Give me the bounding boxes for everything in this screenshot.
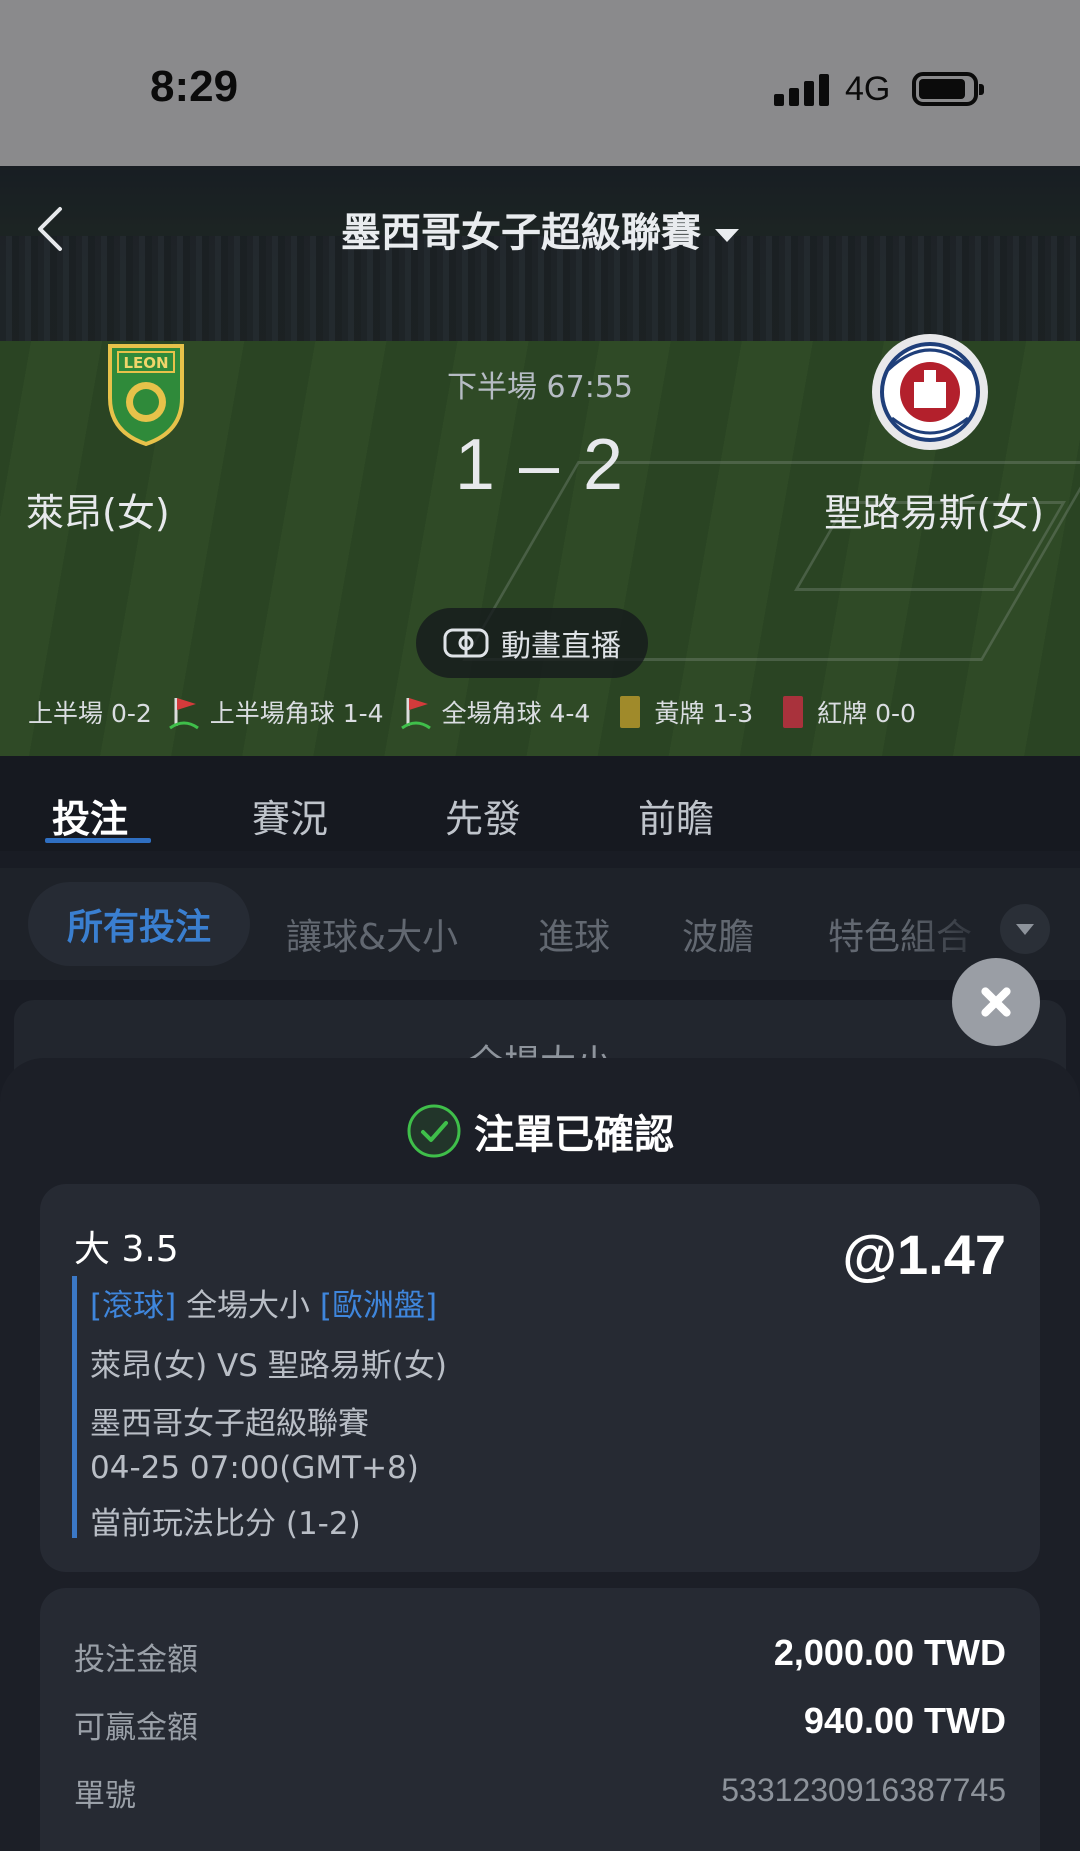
live-tag: [滾球] bbox=[90, 1288, 177, 1324]
match-stats: 上半場 0-2 上半場角球 1-4 全場角球 4-4 黃牌 1-3 紅牌 0-0 bbox=[0, 690, 1080, 734]
tab-bar: 投注 賽況 先發 前瞻 bbox=[0, 756, 1080, 851]
tab-lineups[interactable]: 先發 bbox=[445, 788, 521, 843]
confirmation-title: 注單已確認 bbox=[474, 1112, 674, 1158]
check-circle-icon bbox=[407, 1104, 461, 1158]
filter-correct-score[interactable]: 波膽 bbox=[682, 908, 754, 960]
chevron-down-icon bbox=[715, 228, 739, 242]
bet-odds: @1.47 bbox=[842, 1223, 1006, 1286]
bet-teams: 萊昂(女) VS 聖路易斯(女) bbox=[90, 1348, 447, 1384]
stake-value: 2,000.00 TWD bbox=[773, 1632, 1006, 1673]
tab-active-indicator bbox=[45, 838, 151, 843]
corner-flag-icon bbox=[400, 698, 431, 730]
confirmation-header: 注單已確認 bbox=[0, 1102, 1080, 1160]
pitch-icon bbox=[443, 628, 489, 658]
potential-win-label: 可贏金額 bbox=[74, 1710, 198, 1746]
red-card-icon bbox=[783, 696, 804, 728]
bet-current-score: 當前玩法比分 (1-2) bbox=[90, 1506, 361, 1542]
animation-live-button[interactable]: 動畫直播 bbox=[416, 608, 648, 678]
league-title: 墨西哥女子超級聯賽 bbox=[341, 210, 701, 256]
odds-type-tag: [歐洲盤] bbox=[319, 1288, 438, 1324]
close-button[interactable] bbox=[952, 958, 1040, 1046]
home-team-name: 萊昂(女) bbox=[26, 491, 170, 535]
yellow-cards: 黃牌 1-3 bbox=[654, 699, 754, 728]
first-half-corners: 上半場角球 1-4 bbox=[209, 699, 384, 728]
animation-live-label: 動畫直播 bbox=[501, 629, 621, 664]
ticket-id-label: 單號 bbox=[74, 1778, 136, 1814]
bet-datetime: 04-25 07:00(GMT+8) bbox=[90, 1450, 419, 1486]
filter-all-bets[interactable]: 所有投注 bbox=[28, 882, 250, 966]
status-time: 8:29 bbox=[150, 62, 239, 111]
bet-selection: 大 3.5 bbox=[74, 1229, 179, 1270]
stake-label: 投注金額 bbox=[74, 1642, 198, 1678]
bet-filter-bar: 所有投注 讓球&大小 進球 波膽 特色組合 bbox=[0, 868, 1080, 980]
full-time-corners: 全場角球 4-4 bbox=[441, 699, 591, 728]
away-team-name: 聖路易斯(女) bbox=[824, 491, 1044, 535]
signal-icon bbox=[774, 72, 834, 106]
market-name: 全場大小 bbox=[186, 1288, 311, 1324]
tab-preview[interactable]: 前瞻 bbox=[638, 788, 714, 843]
yellow-card-icon bbox=[620, 696, 641, 728]
filter-handicap-ou[interactable]: 讓球&大小 bbox=[286, 908, 458, 960]
network-label: 4G bbox=[845, 70, 891, 108]
status-bar: 8:29 4G bbox=[0, 0, 1080, 166]
first-half-score: 上半場 0-2 bbox=[28, 699, 152, 728]
match-period: 下半場 67:55 bbox=[447, 370, 633, 405]
league-selector[interactable]: 墨西哥女子超級聯賽 bbox=[0, 200, 1080, 258]
bet-league: 墨西哥女子超級聯賽 bbox=[90, 1406, 369, 1442]
potential-win-value: 940.00 TWD bbox=[803, 1700, 1006, 1741]
filter-goals[interactable]: 進球 bbox=[538, 908, 610, 960]
ticket-id-value: 5331230916387745 bbox=[721, 1772, 1006, 1808]
bet-market-line: [滾球] 全場大小 [歐洲盤] bbox=[90, 1280, 437, 1325]
battery-icon bbox=[912, 72, 984, 106]
red-cards: 紅牌 0-0 bbox=[817, 699, 916, 728]
tab-match-info[interactable]: 賽況 bbox=[252, 788, 328, 843]
corner-flag-icon bbox=[168, 698, 199, 730]
tab-bet[interactable]: 投注 bbox=[52, 788, 128, 843]
detail-accent-bar bbox=[72, 1276, 77, 1538]
filter-expand-button[interactable] bbox=[1000, 904, 1050, 954]
